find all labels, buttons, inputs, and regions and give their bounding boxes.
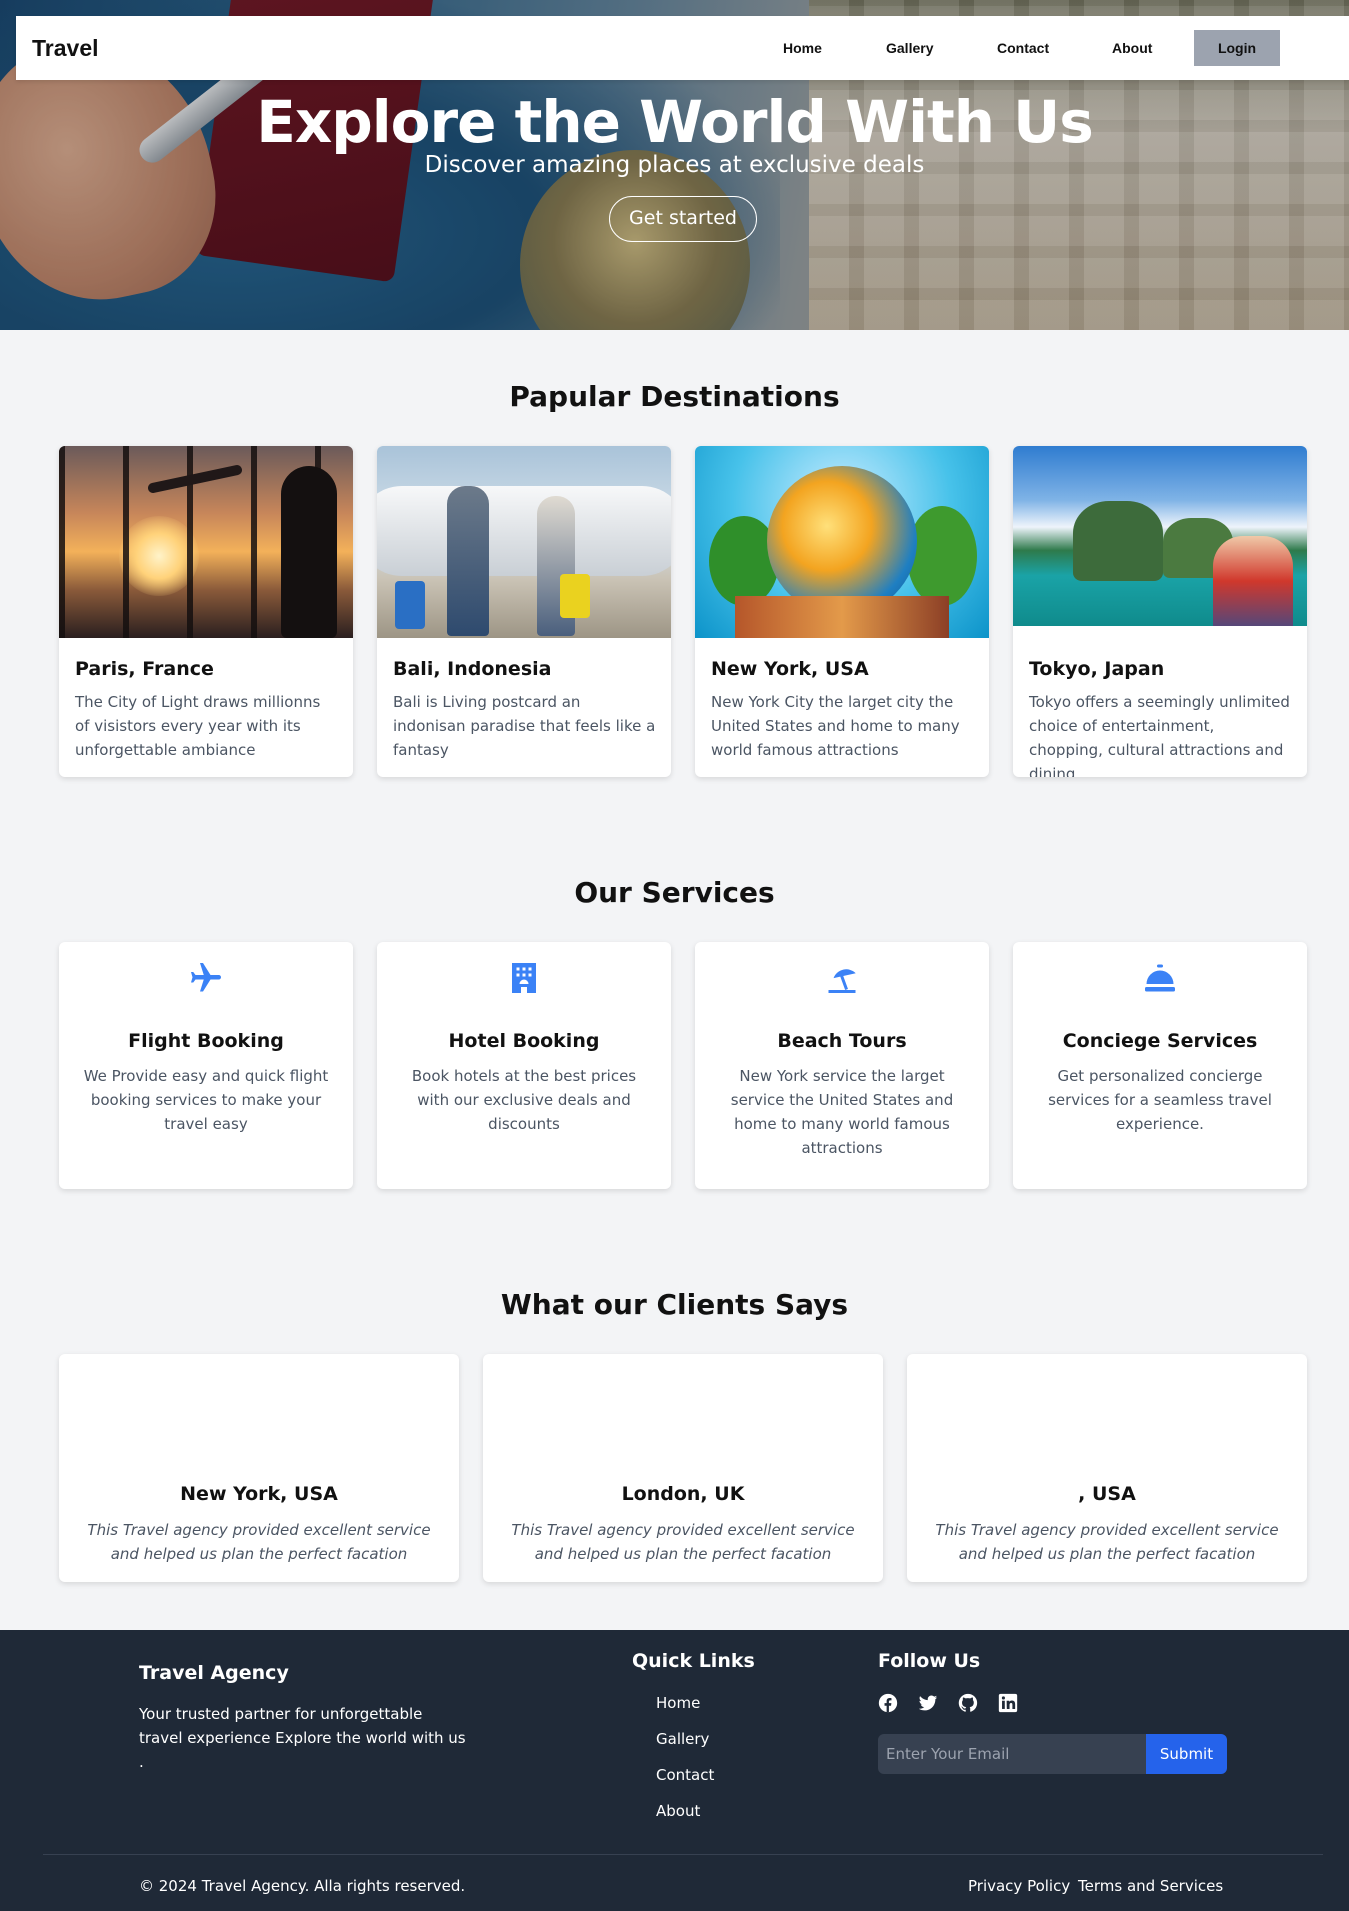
destination-image-tokyo <box>1013 446 1307 626</box>
destination-description: New York City the larget city the United… <box>711 693 960 759</box>
destination-card-bali[interactable]: Bali, Indonesia Bali is Living postcard … <box>377 446 671 777</box>
service-description: We Provide easy and quick flight booking… <box>83 1067 329 1133</box>
follow-us-title: Follow Us <box>878 1650 981 1672</box>
testimonials-title: What our Clients Says <box>500 1288 849 1321</box>
login-button[interactable]: Login <box>1194 30 1280 66</box>
concierge-bell-icon <box>1013 960 1307 996</box>
destination-description: Tokyo offers a seemingly unlimited choic… <box>1029 693 1290 777</box>
destination-card-new-york[interactable]: New York, USA New York City the larget c… <box>695 446 989 777</box>
submit-button[interactable]: Submit <box>1146 1734 1227 1774</box>
footer-link-contact[interactable]: Contact <box>656 1766 714 1784</box>
destination-image-paris <box>59 446 353 638</box>
testimonial-location: London, UK <box>621 1483 745 1505</box>
service-description: New York service the larget service the … <box>730 1067 954 1157</box>
services-title: Our Services <box>574 876 775 909</box>
footer-brand: Travel Agency <box>139 1662 289 1684</box>
copyright-text: © 2024 Travel Agency. Alla rights reserv… <box>139 1877 466 1895</box>
nav-link-gallery[interactable]: Gallery <box>886 40 933 56</box>
destination-name: New York, USA <box>711 658 869 680</box>
nav-link-about[interactable]: About <box>1112 40 1152 56</box>
get-started-button[interactable]: Get started <box>609 196 757 242</box>
testimonial-quote: This Travel agency provided excellent se… <box>87 1521 431 1563</box>
destination-description: The City of Light draws millionns of vis… <box>75 693 321 759</box>
service-title: Beach Tours <box>777 1030 907 1052</box>
email-field[interactable] <box>878 1734 1146 1774</box>
destination-card-paris[interactable]: Paris, France The City of Light draws mi… <box>59 446 353 777</box>
testimonial-location: , USA <box>1078 1483 1136 1505</box>
facebook-icon[interactable] <box>877 1692 899 1714</box>
brand-logo[interactable]: Travel <box>32 35 99 62</box>
testimonial-location: New York, USA <box>180 1483 338 1505</box>
twitter-icon[interactable] <box>917 1692 939 1714</box>
hotel-icon <box>377 960 671 996</box>
service-card-beach[interactable]: Beach Tours New York service the larget … <box>695 942 989 1189</box>
service-title: Conciege Services <box>1062 1030 1258 1052</box>
destination-description: Bali is Living postcard an indonisan par… <box>393 693 656 759</box>
footer-about-text: Your trusted partner for unforgettable t… <box>139 1705 466 1771</box>
footer-divider <box>43 1854 1323 1855</box>
footer: Travel Agency Your trusted partner for u… <box>0 1630 1349 1911</box>
privacy-policy-link[interactable]: Privacy Policy <box>968 1877 1070 1895</box>
nav-link-home[interactable]: Home <box>783 40 822 56</box>
plane-icon <box>59 960 353 996</box>
nav-link-contact[interactable]: Contact <box>997 40 1049 56</box>
service-card-flight[interactable]: Flight Booking We Provide easy and quick… <box>59 942 353 1189</box>
service-title: Hotel Booking <box>448 1030 600 1052</box>
destination-name: Tokyo, Japan <box>1029 658 1165 680</box>
service-description: Book hotels at the best prices with our … <box>411 1067 637 1133</box>
linkedin-icon[interactable] <box>997 1692 1019 1714</box>
footer-link-about[interactable]: About <box>656 1802 700 1820</box>
service-card-concierge[interactable]: Conciege Services Get personalized conci… <box>1013 942 1307 1189</box>
hero-title: Explore the World With Us <box>256 88 1094 156</box>
destinations-title: Papular Destinations <box>509 380 840 413</box>
service-description: Get personalized concierge services for … <box>1048 1067 1272 1133</box>
testimonial-card: , USA This Travel agency provided excell… <box>907 1354 1307 1582</box>
testimonial-quote: This Travel agency provided excellent se… <box>935 1521 1279 1563</box>
quick-links-title: Quick Links <box>632 1650 755 1672</box>
footer-link-gallery[interactable]: Gallery <box>656 1730 709 1748</box>
hero-subtitle: Discover amazing places at exclusive dea… <box>424 152 925 178</box>
service-title: Flight Booking <box>128 1030 284 1052</box>
destination-name: Bali, Indonesia <box>393 658 552 680</box>
footer-link-home[interactable]: Home <box>656 1694 700 1712</box>
destination-image-new-york <box>695 446 989 638</box>
terms-link[interactable]: Terms and Services <box>1078 1877 1223 1895</box>
umbrella-beach-icon <box>695 960 989 996</box>
destination-name: Paris, France <box>75 658 214 680</box>
github-icon[interactable] <box>957 1692 979 1714</box>
navbar: Travel Home Gallery Contact About Login <box>16 16 1349 80</box>
testimonial-quote: This Travel agency provided excellent se… <box>511 1521 855 1563</box>
destination-image-bali <box>377 446 671 638</box>
destination-card-tokyo[interactable]: Tokyo, Japan Tokyo offers a seemingly un… <box>1013 446 1307 777</box>
testimonial-card: London, UK This Travel agency provided e… <box>483 1354 883 1582</box>
testimonial-card: New York, USA This Travel agency provide… <box>59 1354 459 1582</box>
service-card-hotel[interactable]: Hotel Booking Book hotels at the best pr… <box>377 942 671 1189</box>
